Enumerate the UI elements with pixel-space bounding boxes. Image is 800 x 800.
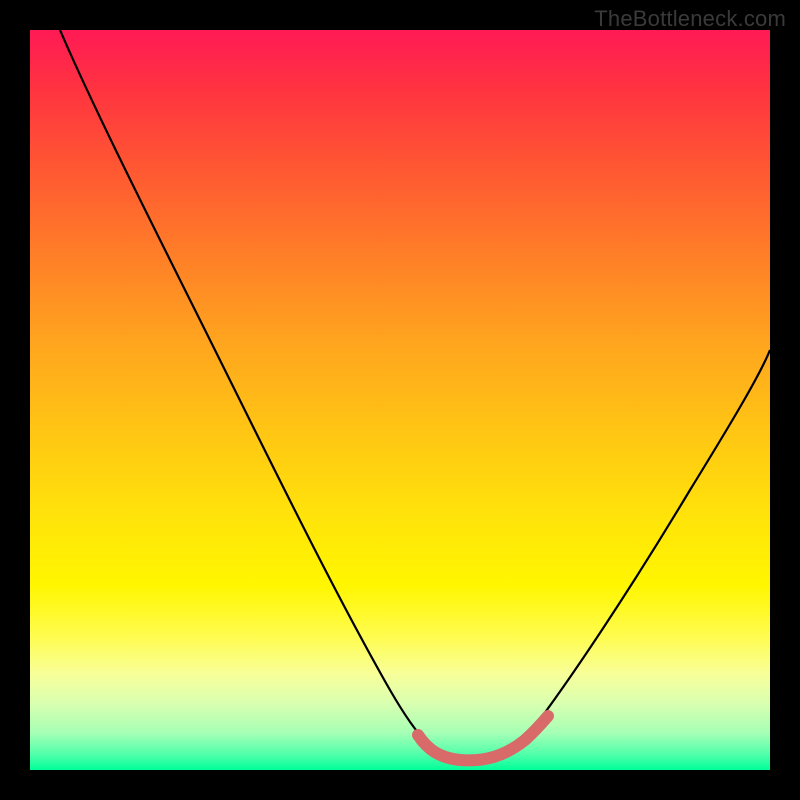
- chart-frame: TheBottleneck.com: [0, 0, 800, 800]
- watermark-text: TheBottleneck.com: [594, 6, 786, 32]
- plot-area: [30, 30, 770, 770]
- bottleneck-curve: [60, 30, 770, 759]
- curve-layer: [30, 30, 770, 770]
- optimal-band: [418, 716, 548, 760]
